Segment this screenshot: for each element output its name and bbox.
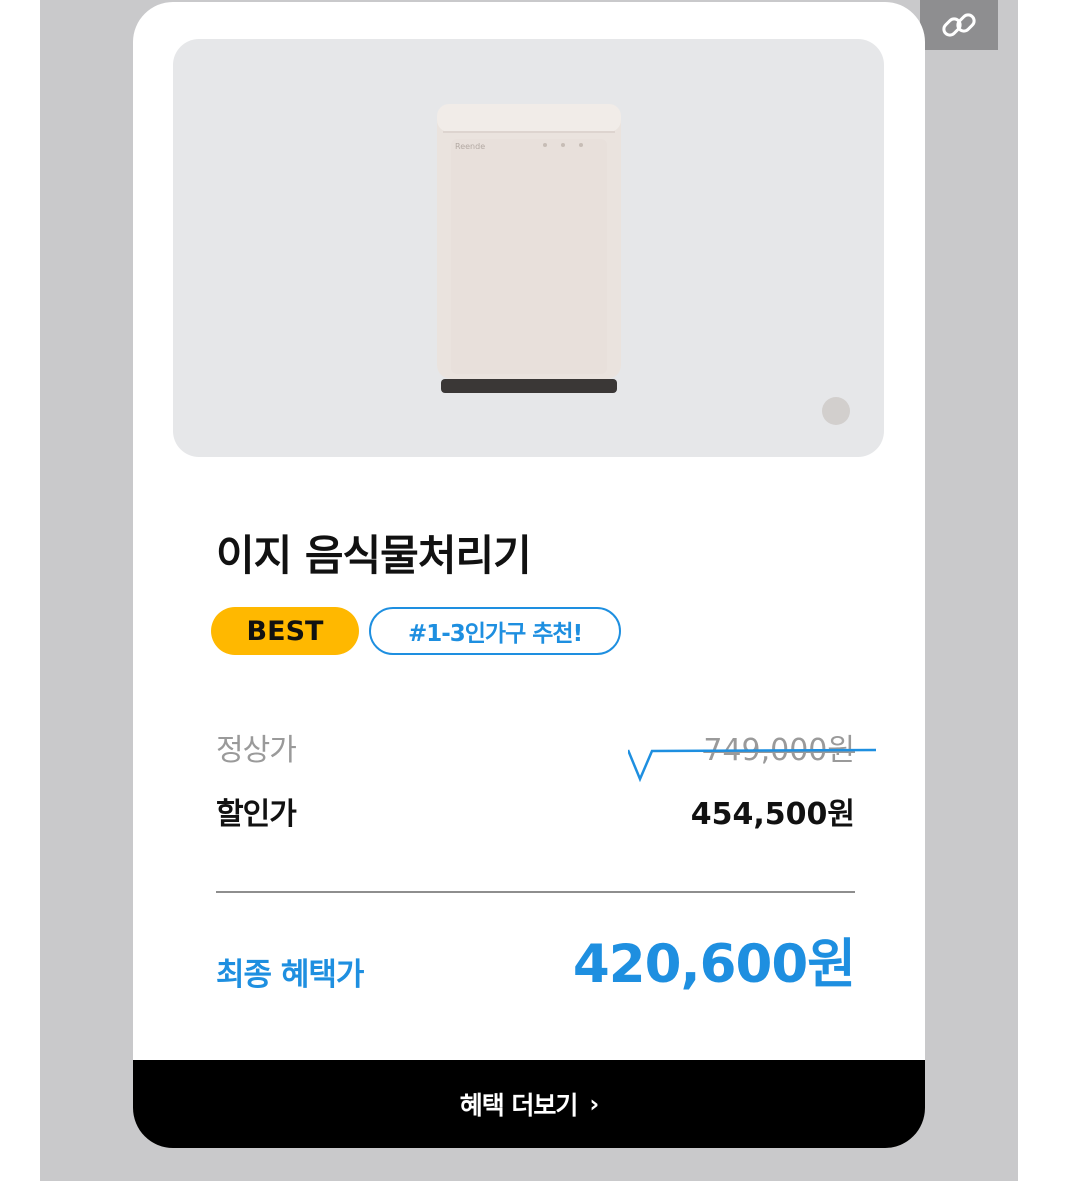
final-price-value: 420,600원 bbox=[572, 934, 856, 995]
view-more-benefits-button[interactable]: 혜택 더보기 › bbox=[133, 1060, 925, 1148]
price-divider bbox=[216, 891, 855, 893]
best-badge: BEST bbox=[211, 607, 359, 655]
regular-price-label: 정상가 bbox=[216, 733, 297, 768]
discount-price-value: 454,500원 bbox=[690, 797, 855, 832]
product-title: 이지 음식물처리기 bbox=[216, 531, 532, 580]
discount-price-label: 할인가 bbox=[216, 797, 297, 832]
food-waste-disposer-image: Reende bbox=[437, 104, 621, 393]
final-price-label: 최종 혜택가 bbox=[216, 957, 364, 993]
carousel-indicator-dot[interactable] bbox=[822, 397, 850, 425]
strikethrough-mark bbox=[628, 748, 877, 783]
link-icon bbox=[942, 13, 976, 37]
chevron-right-icon: › bbox=[589, 1090, 599, 1118]
recommendation-tag: #1-3인가구 추천! bbox=[369, 607, 621, 655]
view-more-benefits-label: 혜택 더보기 bbox=[459, 1091, 579, 1120]
product-image[interactable]: Reende bbox=[173, 39, 884, 457]
brand-text: Reende bbox=[455, 142, 485, 151]
link-share-button[interactable] bbox=[920, 0, 998, 50]
product-card: Reende 이지 음식물처리기 BEST #1-3인가구 추천! 정상가 74… bbox=[133, 2, 925, 1148]
